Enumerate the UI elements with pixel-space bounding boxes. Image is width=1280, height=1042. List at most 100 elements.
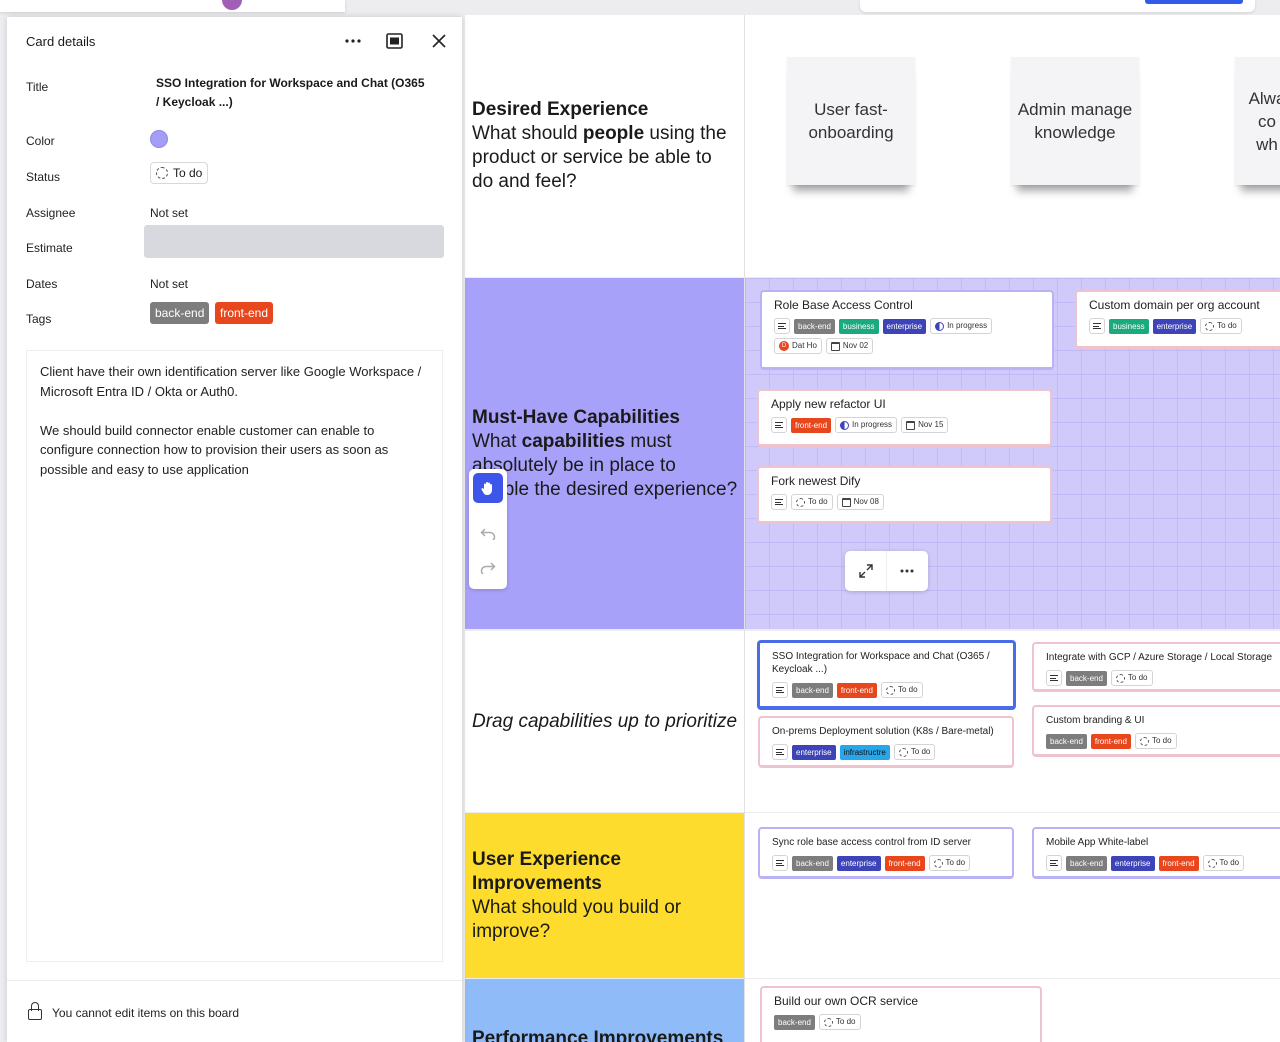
card-title-value: SSO Integration for Workspace and Chat (… <box>156 76 425 109</box>
todo-icon <box>1205 321 1215 331</box>
dates-value: Not set <box>150 277 189 291</box>
row-label: Must-Have Capabilities What capabilities… <box>465 278 745 629</box>
card-dify[interactable]: Fork newest Dify To do Nov 08 <box>757 466 1052 524</box>
todo-icon <box>1139 736 1149 746</box>
calendar-icon <box>841 497 851 507</box>
tag: front-end <box>791 417 832 433</box>
card-title: On-prems Deployment solution (K8s / Bare… <box>772 726 994 737</box>
field-label: Tags <box>26 312 52 326</box>
card-refactor[interactable]: Apply new refactor UI front-end In progr… <box>757 389 1052 447</box>
tag: enterprise <box>1110 855 1155 871</box>
share-button[interactable] <box>1145 0 1243 4</box>
close-button[interactable] <box>427 29 451 53</box>
calendar-icon <box>830 341 840 351</box>
sticky-note[interactable]: User fast-onboarding <box>787 57 915 185</box>
open-fullscreen-button[interactable] <box>382 29 406 53</box>
card-onprem[interactable]: On-prems Deployment solution (K8s / Bare… <box>758 716 1014 768</box>
tag: business <box>838 318 879 334</box>
description-icon <box>1046 670 1062 686</box>
card-branding[interactable]: Custom branding & UI back-end front-end … <box>1032 705 1280 757</box>
status-chip: To do <box>880 682 923 698</box>
row-desired-experience: Desired Experience What should people us… <box>465 15 1280 277</box>
tag: enterprise <box>836 855 881 871</box>
calendar-icon <box>906 420 916 430</box>
hand-tool-button[interactable] <box>473 473 503 503</box>
field-label: Status <box>26 170 61 184</box>
row-label: Performance Improvements <box>465 979 745 1042</box>
tag: infrastructre <box>839 744 890 760</box>
redo-button[interactable] <box>473 553 503 583</box>
row-italic-text: Drag capabilities up to prioritize <box>472 710 738 732</box>
row-heading: Performance Improvements <box>472 1028 724 1042</box>
status-chip: To do <box>893 744 936 760</box>
tag: back-end <box>794 318 835 334</box>
sticky-note[interactable]: Alwa co wh <box>1235 57 1280 185</box>
description-icon <box>771 417 787 433</box>
tag: back-end <box>774 1014 815 1030</box>
card-title: Integrate with GCP / Azure Storage / Loc… <box>1046 652 1273 663</box>
description-icon <box>771 494 787 510</box>
field-label: Dates <box>26 277 58 291</box>
tag: enterprise <box>882 318 927 334</box>
status-chip: To do <box>1134 733 1177 749</box>
panel-header: Card details <box>7 17 462 65</box>
frame-toolbar <box>845 551 928 591</box>
close-icon <box>432 34 446 48</box>
card-rbac[interactable]: Role Base Access Control back-end busine… <box>760 290 1054 370</box>
sticky-note[interactable]: Admin manage knowledge <box>1011 57 1139 185</box>
tag: back-end <box>1066 670 1107 686</box>
status-chip: To do <box>1110 670 1153 686</box>
row-heading: User Experience Improvements <box>472 848 621 894</box>
field-label: Title <box>26 80 49 94</box>
lock-icon <box>28 1002 42 1020</box>
todo-icon <box>1115 673 1125 683</box>
card-title: Mobile App White-label <box>1046 837 1149 848</box>
board-top-toolbar <box>860 0 1255 12</box>
undo-button[interactable] <box>473 519 503 549</box>
tag: enterprise <box>792 744 836 760</box>
tag: back-end <box>1046 733 1087 749</box>
card-title: Custom branding & UI <box>1046 715 1145 726</box>
status-chip: To do <box>791 494 833 510</box>
description-paragraph: We should build connector enable custome… <box>40 422 389 477</box>
tag-back-end: back-end <box>150 302 210 324</box>
estimate-field <box>144 225 444 258</box>
card-title: Custom domain per org account <box>1089 298 1260 312</box>
card-title: Apply new refactor UI <box>771 397 886 411</box>
more-icon <box>345 39 361 43</box>
row-heading: Desired Experience <box>472 99 649 120</box>
status-value: To do <box>150 162 209 184</box>
row-label: Desired Experience What should people us… <box>465 15 745 277</box>
user-avatar[interactable] <box>222 0 242 10</box>
todo-icon <box>823 1017 833 1027</box>
frame-more-button[interactable] <box>886 551 927 591</box>
panel-title: Card details <box>26 34 96 49</box>
more-options-button[interactable] <box>341 29 365 53</box>
card-mobile[interactable]: Mobile App White-label back-end enterpri… <box>1032 827 1280 879</box>
tag: business <box>1109 318 1149 334</box>
card-custom-domain[interactable]: Custom domain per org account business e… <box>1075 290 1280 349</box>
column-divider <box>744 15 745 1042</box>
card-sync[interactable]: Sync role base access control from ID se… <box>758 827 1014 879</box>
todo-icon <box>1207 858 1217 868</box>
status-chip: In progress <box>835 417 898 433</box>
card-sso-selected[interactable]: SSO Integration for Workspace and Chat (… <box>757 640 1016 710</box>
row-heading: Must-Have Capabilities <box>472 406 680 428</box>
field-label: Estimate <box>26 241 73 255</box>
date-chip: Nov 02 <box>825 338 874 354</box>
card-gcp[interactable]: Integrate with GCP / Azure Storage / Loc… <box>1032 642 1280 692</box>
avatar: D <box>779 341 789 351</box>
in-progress-icon <box>840 420 850 430</box>
description-icon <box>1046 855 1062 871</box>
description-box: Client have their own identification ser… <box>26 350 443 962</box>
field-label: Assignee <box>26 206 76 220</box>
card-title: SSO Integration for Workspace and Chat (… <box>772 651 990 675</box>
tag: enterprise <box>1152 318 1197 334</box>
panel-footer: You cannot edit items on this board <box>7 980 462 1042</box>
canvas-toolbar <box>469 469 507 589</box>
undo-icon <box>480 528 496 540</box>
in-progress-icon <box>935 321 945 331</box>
row-area: User fast-onboarding Admin manage knowle… <box>745 15 1280 277</box>
expand-button[interactable] <box>845 551 886 591</box>
card-ocr[interactable]: Build our own OCR service back-end To do <box>760 986 1042 1042</box>
